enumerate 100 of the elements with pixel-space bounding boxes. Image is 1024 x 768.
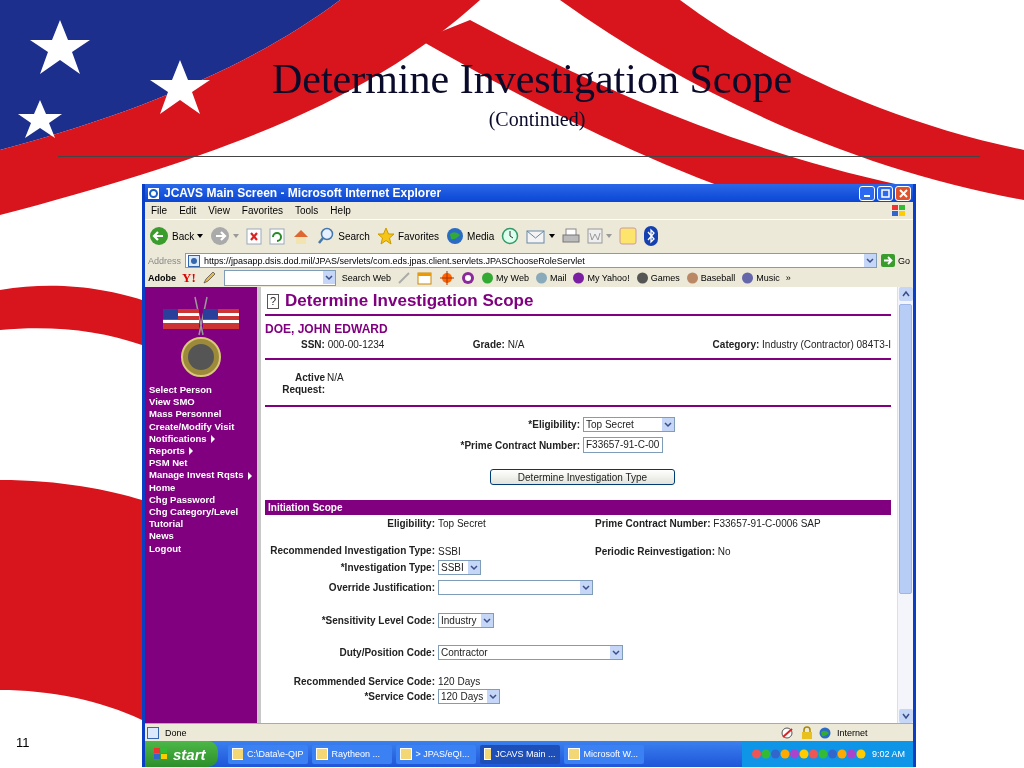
yahoo-button[interactable]: Y! [182, 270, 196, 286]
arrow-icon [881, 254, 895, 267]
sidebar-link[interactable]: Create/Modify Visit [149, 420, 235, 433]
help-button[interactable]: ? [267, 293, 279, 309]
dropdown[interactable]: SSBI [438, 560, 481, 575]
dropdown[interactable]: Contractor [438, 645, 623, 660]
submenu-arrow-icon [246, 471, 253, 480]
close-icon [898, 188, 908, 198]
page-number: 11 [16, 735, 30, 750]
sidebar-link[interactable]: Logout [149, 542, 182, 555]
field-label: *Prime Contract Number: [459, 439, 580, 451]
back-button[interactable]: Back [149, 226, 204, 246]
info-text: Prime Contract Number: F33657-91-C-0006 SAP [595, 518, 821, 529]
toolbar-link[interactable]: » [785, 273, 791, 283]
media-button[interactable]: Media [446, 227, 495, 245]
go-button[interactable]: Go [881, 254, 910, 267]
toolbar-link[interactable]: My Yahoo! [572, 272, 630, 284]
taskbar-button[interactable]: C:\Data\e-QIP [227, 744, 308, 764]
minimize-button[interactable] [859, 185, 875, 201]
sidebar-link[interactable]: Notifications [149, 432, 216, 445]
edit-button[interactable] [587, 228, 613, 244]
scroll-thumb[interactable] [899, 304, 912, 594]
menu-item[interactable]: File [151, 205, 168, 216]
determine-type-button[interactable]: Determine Investigation Type [490, 469, 675, 485]
bluetooth-icon[interactable] [644, 226, 659, 246]
info-text: SSN: 000-00-1234 [301, 339, 385, 350]
refresh-icon[interactable] [269, 227, 286, 245]
toolbar-link[interactable]: Games [635, 272, 680, 284]
field-label: Eligibility: [386, 518, 435, 529]
maximize-icon [880, 188, 890, 198]
dropdown[interactable]: Industry [438, 613, 494, 628]
section-header: Initiation Scope [265, 500, 891, 515]
pencil-icon[interactable] [201, 271, 218, 285]
info-text: Grade: N/A [472, 339, 525, 350]
field-label: *Investigation Type: [339, 562, 435, 573]
search-input[interactable] [223, 270, 336, 286]
favorites-button[interactable]: Favorites [376, 227, 440, 245]
app-icon [315, 748, 328, 760]
history-icon[interactable] [501, 227, 520, 245]
toolbar-link[interactable]: Mail [534, 272, 567, 284]
stop-icon[interactable] [246, 227, 263, 245]
field-label: Recommended Investigation Type: [270, 545, 435, 557]
eligibility-select[interactable]: Top Secret [583, 417, 675, 432]
caret-icon [233, 234, 240, 238]
field-label: *Service Code: [363, 691, 435, 702]
toolbar-link[interactable]: Music [741, 272, 780, 284]
taskbar-button[interactable]: Raytheon ... [311, 744, 392, 764]
star-icon [376, 227, 395, 245]
contract-input[interactable]: F33657-91-C-00 [583, 437, 663, 453]
toolbar-link[interactable]: My Web [481, 272, 529, 284]
field-value: SSBI [438, 545, 461, 557]
taskbar-button[interactable]: JCAVS Main ... [479, 744, 560, 764]
scroll-down-icon[interactable] [898, 709, 913, 723]
forward-button[interactable] [210, 226, 240, 246]
sidebar-link[interactable]: Reports [149, 445, 194, 458]
search-button[interactable]: Search [317, 227, 370, 245]
crosshair-icon[interactable] [439, 271, 456, 285]
sidebar-link[interactable]: Chg Category/Level [149, 506, 239, 519]
dropdown[interactable] [438, 580, 593, 595]
scroll-up-icon[interactable] [898, 287, 913, 301]
globe-icon [819, 726, 831, 739]
home-icon[interactable] [292, 227, 311, 245]
dropdown[interactable]: 120 Days [438, 689, 501, 704]
maximize-button[interactable] [877, 185, 893, 201]
ring-icon[interactable] [461, 271, 476, 285]
vertical-scrollbar[interactable] [897, 287, 913, 723]
sidebar-link[interactable]: Tutorial [149, 518, 184, 531]
close-button[interactable] [895, 185, 911, 201]
menu-item[interactable]: Favorites [241, 205, 283, 216]
sidebar-link[interactable]: Select Person [149, 384, 212, 397]
sidebar-link[interactable]: Mass Personnel [149, 408, 222, 421]
address-field[interactable]: https://jpasapp.dsis.dod.mil/JPAS/servlets/com.eds.jpas.client.servlets.JPASChooseRoleServlet [185, 253, 877, 268]
info-text: Periodic Reinvestigation: No [595, 545, 731, 557]
windows-logo-icon [891, 203, 907, 218]
field-value: Top Secret [438, 518, 486, 529]
sidebar-link[interactable]: View SMO [149, 396, 195, 409]
sidebar-link[interactable]: PSM Net [149, 457, 188, 470]
app-icon [231, 748, 243, 760]
mail-button[interactable] [526, 228, 556, 244]
field-label: *Eligibility: [527, 419, 580, 430]
taskbar-button[interactable]: > JPAS/eQI... [395, 744, 476, 764]
info-text: Category: Industry (Contractor) 084T3-I [712, 339, 891, 350]
sidebar-link[interactable]: Chg Password [149, 493, 215, 507]
menu-item[interactable]: View [208, 205, 230, 216]
menu-item[interactable]: Edit [179, 205, 197, 216]
lock-icon [801, 726, 813, 739]
menu-item[interactable]: Help [330, 205, 351, 216]
menu-item[interactable]: Tools [295, 205, 319, 216]
search-web-button[interactable]: Search Web [341, 273, 392, 283]
privacy-icon [781, 726, 795, 739]
printer-icon[interactable] [562, 227, 581, 245]
taskbar-button[interactable]: Microsoft W... [563, 744, 644, 764]
toolbar-link[interactable]: Baseball [685, 272, 736, 284]
sidebar-link[interactable]: Home [149, 481, 176, 494]
sidebar-link[interactable]: Manage Invest Rqsts [149, 469, 253, 482]
calendar-icon[interactable] [417, 271, 434, 285]
adobe-button[interactable]: Adobe [148, 273, 176, 283]
address-label: Address [148, 255, 182, 266]
sidebar-link[interactable]: News [149, 530, 174, 543]
app-icon [483, 748, 492, 760]
